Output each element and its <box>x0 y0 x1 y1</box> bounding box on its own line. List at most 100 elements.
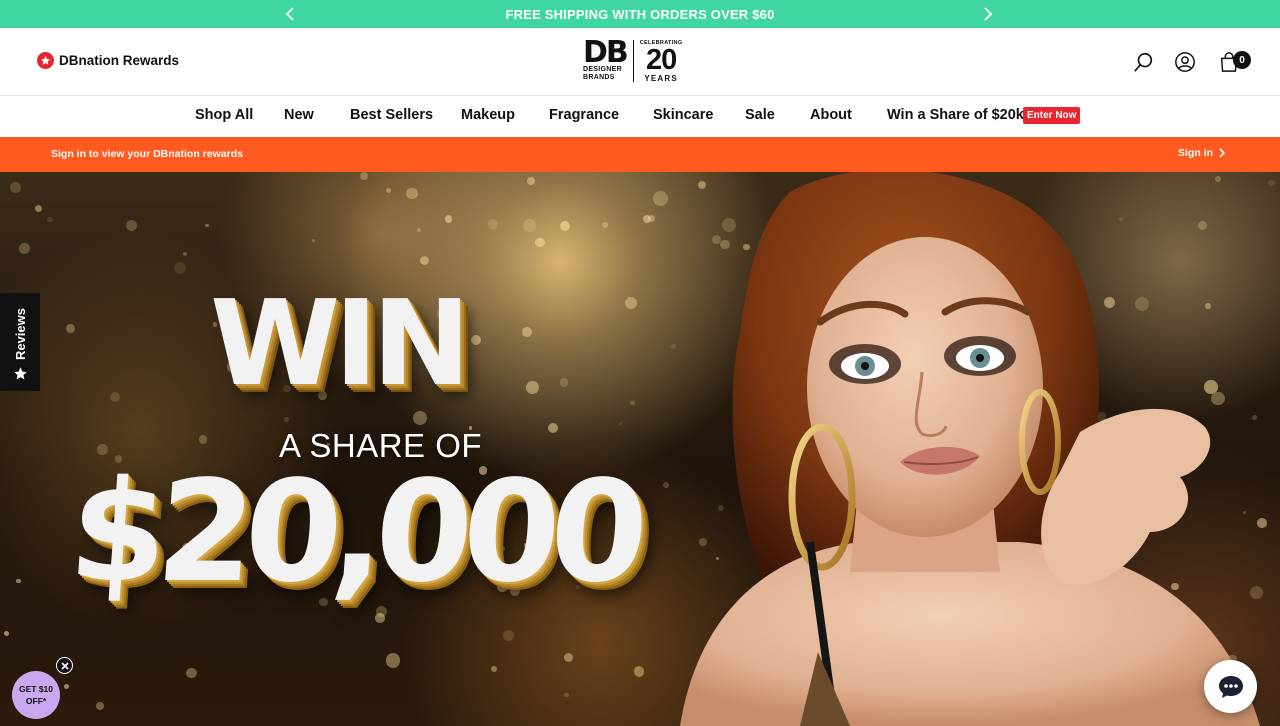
glitter-dot <box>360 172 369 180</box>
nav-sale[interactable]: Sale <box>745 107 775 123</box>
glitter-dot <box>618 421 622 425</box>
glitter-dot <box>563 652 573 662</box>
reviews-tab-label: Reviews <box>12 307 28 360</box>
glitter-dot <box>47 216 53 222</box>
signin-link[interactable]: Sign in <box>1178 147 1226 159</box>
chevron-left-icon <box>285 7 294 21</box>
nav-best-sellers[interactable]: Best Sellers <box>350 107 433 123</box>
logo-line1: DESIGNER <box>583 66 622 73</box>
glitter-dot <box>375 613 385 624</box>
nav-about[interactable]: About <box>810 107 852 123</box>
signin-message[interactable]: Sign in to view your DBnation rewards <box>51 148 243 160</box>
glitter-dot <box>182 252 187 257</box>
glitter-dot <box>198 435 208 444</box>
rewards-label: DBnation Rewards <box>59 53 180 68</box>
glitter-dot <box>648 214 656 222</box>
signin-banner: Sign in to view your DBnation rewards Si… <box>0 137 1280 172</box>
glitter-dot <box>602 222 609 229</box>
glitter-dot <box>624 297 637 310</box>
nav-fragrance[interactable]: Fragrance <box>549 107 619 123</box>
glitter-dot <box>9 181 21 193</box>
glitter-dot <box>547 422 559 434</box>
discount-popup-button[interactable]: GET $10 OFF* <box>12 671 60 719</box>
glitter-dot <box>633 665 645 677</box>
glitter-dot <box>34 205 42 212</box>
glitter-dot <box>503 630 514 641</box>
discount-close-button[interactable] <box>56 657 73 674</box>
glitter-dot <box>470 334 482 346</box>
chat-bubble-icon <box>1218 675 1243 698</box>
nav-shop-all[interactable]: Shop All <box>195 107 253 123</box>
logo-db-mark: DB DESIGNER BRANDS <box>583 35 629 82</box>
reviews-side-tab[interactable]: Reviews <box>0 293 40 391</box>
nav-new[interactable]: New <box>284 107 314 123</box>
announcement-prev-button[interactable] <box>279 3 301 25</box>
cart-count-badge: 0 <box>1233 51 1251 69</box>
rewards-star-icon <box>37 52 54 69</box>
discount-line1: GET $10 <box>18 684 54 694</box>
glitter-dot <box>523 218 536 232</box>
glitter-dot <box>284 417 289 423</box>
glitter-dot <box>3 630 9 636</box>
search-icon <box>1134 52 1153 72</box>
chevron-right-icon <box>984 7 993 21</box>
designer-brands-logo[interactable]: DB DESIGNER BRANDS CELEBRATING 20 YEARS <box>583 38 693 84</box>
dbnation-rewards-link[interactable]: DBnation Rewards <box>37 52 179 69</box>
glitter-dot <box>521 327 532 338</box>
announcement-message: FREE SHIPPING WITH ORDERS OVER $60 <box>505 6 775 22</box>
glitter-dot <box>560 220 571 231</box>
star-icon <box>13 367 27 380</box>
search-button[interactable] <box>1132 50 1156 74</box>
announcement-bar: FREE SHIPPING WITH ORDERS OVER $60 <box>0 0 1280 28</box>
chat-button[interactable] <box>1204 660 1257 713</box>
glitter-dot <box>559 378 569 387</box>
glitter-dot <box>18 242 30 255</box>
hero-win-text: WIN <box>210 274 471 412</box>
user-icon <box>1175 52 1195 72</box>
model-image <box>680 172 1260 726</box>
close-icon <box>60 661 69 670</box>
glitter-dot <box>490 665 498 673</box>
glitter-dot <box>416 227 422 232</box>
glitter-dot <box>406 187 419 200</box>
enter-now-badge[interactable]: Enter Now <box>1023 107 1081 124</box>
glitter-dot <box>444 215 452 223</box>
glitter-dot <box>173 261 187 275</box>
glitter-dot <box>487 219 499 230</box>
signin-link-label: Sign in <box>1178 147 1213 159</box>
hero-amount-text: $20,000 <box>64 451 644 614</box>
glitter-dot <box>126 220 137 231</box>
glitter-dot <box>535 237 545 247</box>
account-button[interactable] <box>1173 50 1197 74</box>
logo-divider <box>632 40 634 82</box>
glitter-dot <box>419 255 430 266</box>
logo-letters: DB <box>583 35 629 70</box>
nav-skincare[interactable]: Skincare <box>653 107 713 123</box>
glitter-dot <box>412 410 428 426</box>
glitter-dot <box>525 380 540 395</box>
hero-banner[interactable]: WIN A SHARE OF $20,000 <box>0 172 1280 726</box>
glitter-dot <box>564 692 569 698</box>
glitter-dot <box>311 238 315 242</box>
glitter-dot <box>205 223 209 228</box>
glitter-dot <box>526 176 536 186</box>
main-nav: Shop All New Best Sellers Makeup Fragran… <box>0 96 1280 137</box>
logo-years: YEARS <box>644 73 678 83</box>
glitter-dot <box>109 391 121 403</box>
nav-win-share[interactable]: Win a Share of $20k <box>887 107 1024 123</box>
nav-makeup[interactable]: Makeup <box>461 107 515 123</box>
logo-line2: BRANDS <box>583 74 615 81</box>
site-header: DBnation Rewards DB DESIGNER BRANDS CELE… <box>0 28 1280 96</box>
glitter-dot <box>16 578 21 584</box>
glitter-dot <box>66 324 76 334</box>
glitter-dot <box>630 400 635 405</box>
glitter-dot <box>386 188 392 194</box>
logo-anniversary: CELEBRATING 20 YEARS <box>640 40 683 83</box>
glitter-dot <box>63 683 69 689</box>
glitter-dot <box>95 702 105 711</box>
chevron-right-icon <box>1219 148 1226 158</box>
glitter-dot <box>385 653 400 668</box>
logo-number: 20 <box>645 43 677 76</box>
glitter-dot <box>185 667 197 679</box>
announcement-next-button[interactable] <box>977 3 999 25</box>
